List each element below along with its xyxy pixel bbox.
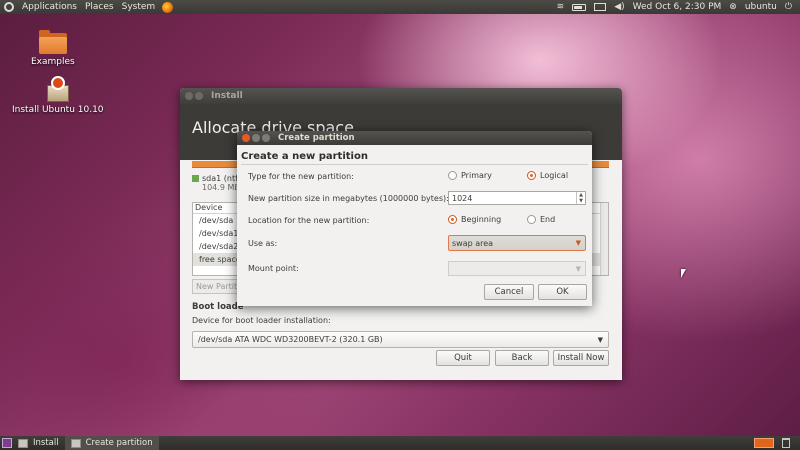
clock[interactable]: Wed Oct 6, 2:30 PM xyxy=(633,2,722,12)
desktop-icon-label: Examples xyxy=(31,57,75,67)
show-desktop-icon[interactable] xyxy=(2,438,12,448)
radio-label: Beginning xyxy=(461,215,502,224)
installer-icon xyxy=(44,76,72,104)
legend-size: 104.9 ME xyxy=(202,183,240,192)
ubuntu-logo-icon[interactable] xyxy=(4,2,14,12)
dialog-titlebar[interactable]: Create partition xyxy=(237,131,592,145)
quit-button[interactable]: Quit xyxy=(436,350,490,366)
menu-places[interactable]: Places xyxy=(81,2,118,12)
top-menu: Applications Places System xyxy=(18,0,174,14)
network-icon[interactable]: ≋ xyxy=(557,2,565,12)
size-value: 1024 xyxy=(452,193,473,203)
battery-icon[interactable] xyxy=(572,3,587,11)
firefox-icon[interactable] xyxy=(162,1,174,13)
radio-button[interactable] xyxy=(448,171,457,180)
window-icon xyxy=(70,438,81,448)
install-now-button[interactable]: Install Now xyxy=(553,350,609,366)
volume-icon[interactable]: ◀) xyxy=(614,2,624,12)
window-title: Install xyxy=(211,91,243,101)
cancel-button[interactable]: Cancel xyxy=(484,284,534,300)
folder-icon xyxy=(38,30,67,54)
legend-name: sda1 (ntf xyxy=(202,174,238,183)
close-icon[interactable] xyxy=(185,92,193,100)
trash-icon[interactable] xyxy=(782,438,790,448)
mouse-cursor-icon xyxy=(681,269,686,278)
user-name[interactable]: ubuntu xyxy=(745,2,777,12)
radio-logical[interactable]: Logical xyxy=(527,171,568,180)
radio-button[interactable] xyxy=(448,215,457,224)
use-as-label: Use as: xyxy=(248,239,278,248)
workspace-switcher-icon[interactable] xyxy=(754,438,774,448)
taskbar-right xyxy=(754,438,800,448)
dialog-heading: Create a new partition xyxy=(241,151,368,162)
location-label: Location for the new partition: xyxy=(248,216,370,225)
taskbar-item-label: Install xyxy=(33,438,59,448)
legend-swatch xyxy=(192,175,199,182)
radio-label: Logical xyxy=(540,171,569,180)
type-label: Type for the new partition: xyxy=(248,172,354,181)
radio-button[interactable] xyxy=(527,215,536,224)
create-partition-dialog: Create partition Create a new partition … xyxy=(237,131,592,306)
boot-loader-device-value: /dev/sda ATA WDC WD3200BEVT-2 (320.1 GB) xyxy=(198,335,383,344)
window-icon xyxy=(18,438,28,448)
partition-legend: sda1 (ntf 104.9 ME xyxy=(192,174,239,192)
taskbar-item-install[interactable]: Install xyxy=(12,436,65,450)
boot-loader-device-select[interactable]: /dev/sda ATA WDC WD3200BEVT-2 (320.1 GB)… xyxy=(192,331,609,348)
menu-applications[interactable]: Applications xyxy=(18,2,81,12)
radio-label: Primary xyxy=(461,171,492,180)
radio-label: End xyxy=(540,215,556,224)
table-scrollbar[interactable] xyxy=(600,203,608,275)
mount-point-label: Mount point: xyxy=(248,264,299,273)
use-as-select[interactable]: swap area ▼ xyxy=(448,235,586,251)
radio-primary[interactable]: Primary xyxy=(448,171,492,180)
chevron-down-icon: ▼ xyxy=(575,264,581,273)
desktop-icon-install-ubuntu[interactable]: Install Ubuntu 10.10 xyxy=(12,76,104,115)
use-as-value: swap area xyxy=(452,238,494,248)
boot-loader-device-label: Device for boot loader installation: xyxy=(192,316,331,325)
mount-point-combo: ▼ xyxy=(448,261,586,276)
chevron-down-icon: ▼ xyxy=(575,239,581,247)
size-spinbox[interactable]: 1024 ▲ ▼ xyxy=(448,191,586,205)
top-panel: Applications Places System ≋ ◀) Wed Oct … xyxy=(0,0,800,14)
ok-button[interactable]: OK xyxy=(538,284,587,300)
power-icon[interactable]: ⏻ xyxy=(785,2,792,12)
mail-icon[interactable] xyxy=(594,3,607,11)
radio-beginning[interactable]: Beginning xyxy=(448,215,501,224)
size-label: New partition size in megabytes (1000000… xyxy=(248,194,449,203)
desktop-icon-examples[interactable]: Examples xyxy=(31,30,75,67)
radio-end[interactable]: End xyxy=(527,215,555,224)
boot-loader-heading: Boot loade xyxy=(192,302,244,312)
desktop-icon-label: Install Ubuntu 10.10 xyxy=(12,105,104,115)
close-icon[interactable] xyxy=(242,134,250,142)
chevron-down-icon: ▼ xyxy=(597,335,603,344)
dialog-title: Create partition xyxy=(278,133,355,143)
taskbar-item-create-partition[interactable]: Create partition xyxy=(64,436,159,450)
minimize-icon[interactable] xyxy=(252,134,260,142)
taskbar-item-label: Create partition xyxy=(85,438,153,448)
radio-button[interactable] xyxy=(527,171,536,180)
bottom-panel: Install Create partition xyxy=(0,436,800,450)
session-icon[interactable]: ⊗ xyxy=(729,2,737,12)
divider xyxy=(241,164,588,165)
minimize-icon[interactable] xyxy=(195,92,203,100)
maximize-icon[interactable] xyxy=(262,134,270,142)
menu-system[interactable]: System xyxy=(118,2,160,12)
install-titlebar[interactable]: Install xyxy=(180,88,622,104)
spin-arrows-icon[interactable]: ▲ ▼ xyxy=(576,192,585,204)
back-button[interactable]: Back xyxy=(495,350,549,366)
system-tray: ≋ ◀) Wed Oct 6, 2:30 PM ⊗ ubuntu ⏻ xyxy=(557,2,800,12)
